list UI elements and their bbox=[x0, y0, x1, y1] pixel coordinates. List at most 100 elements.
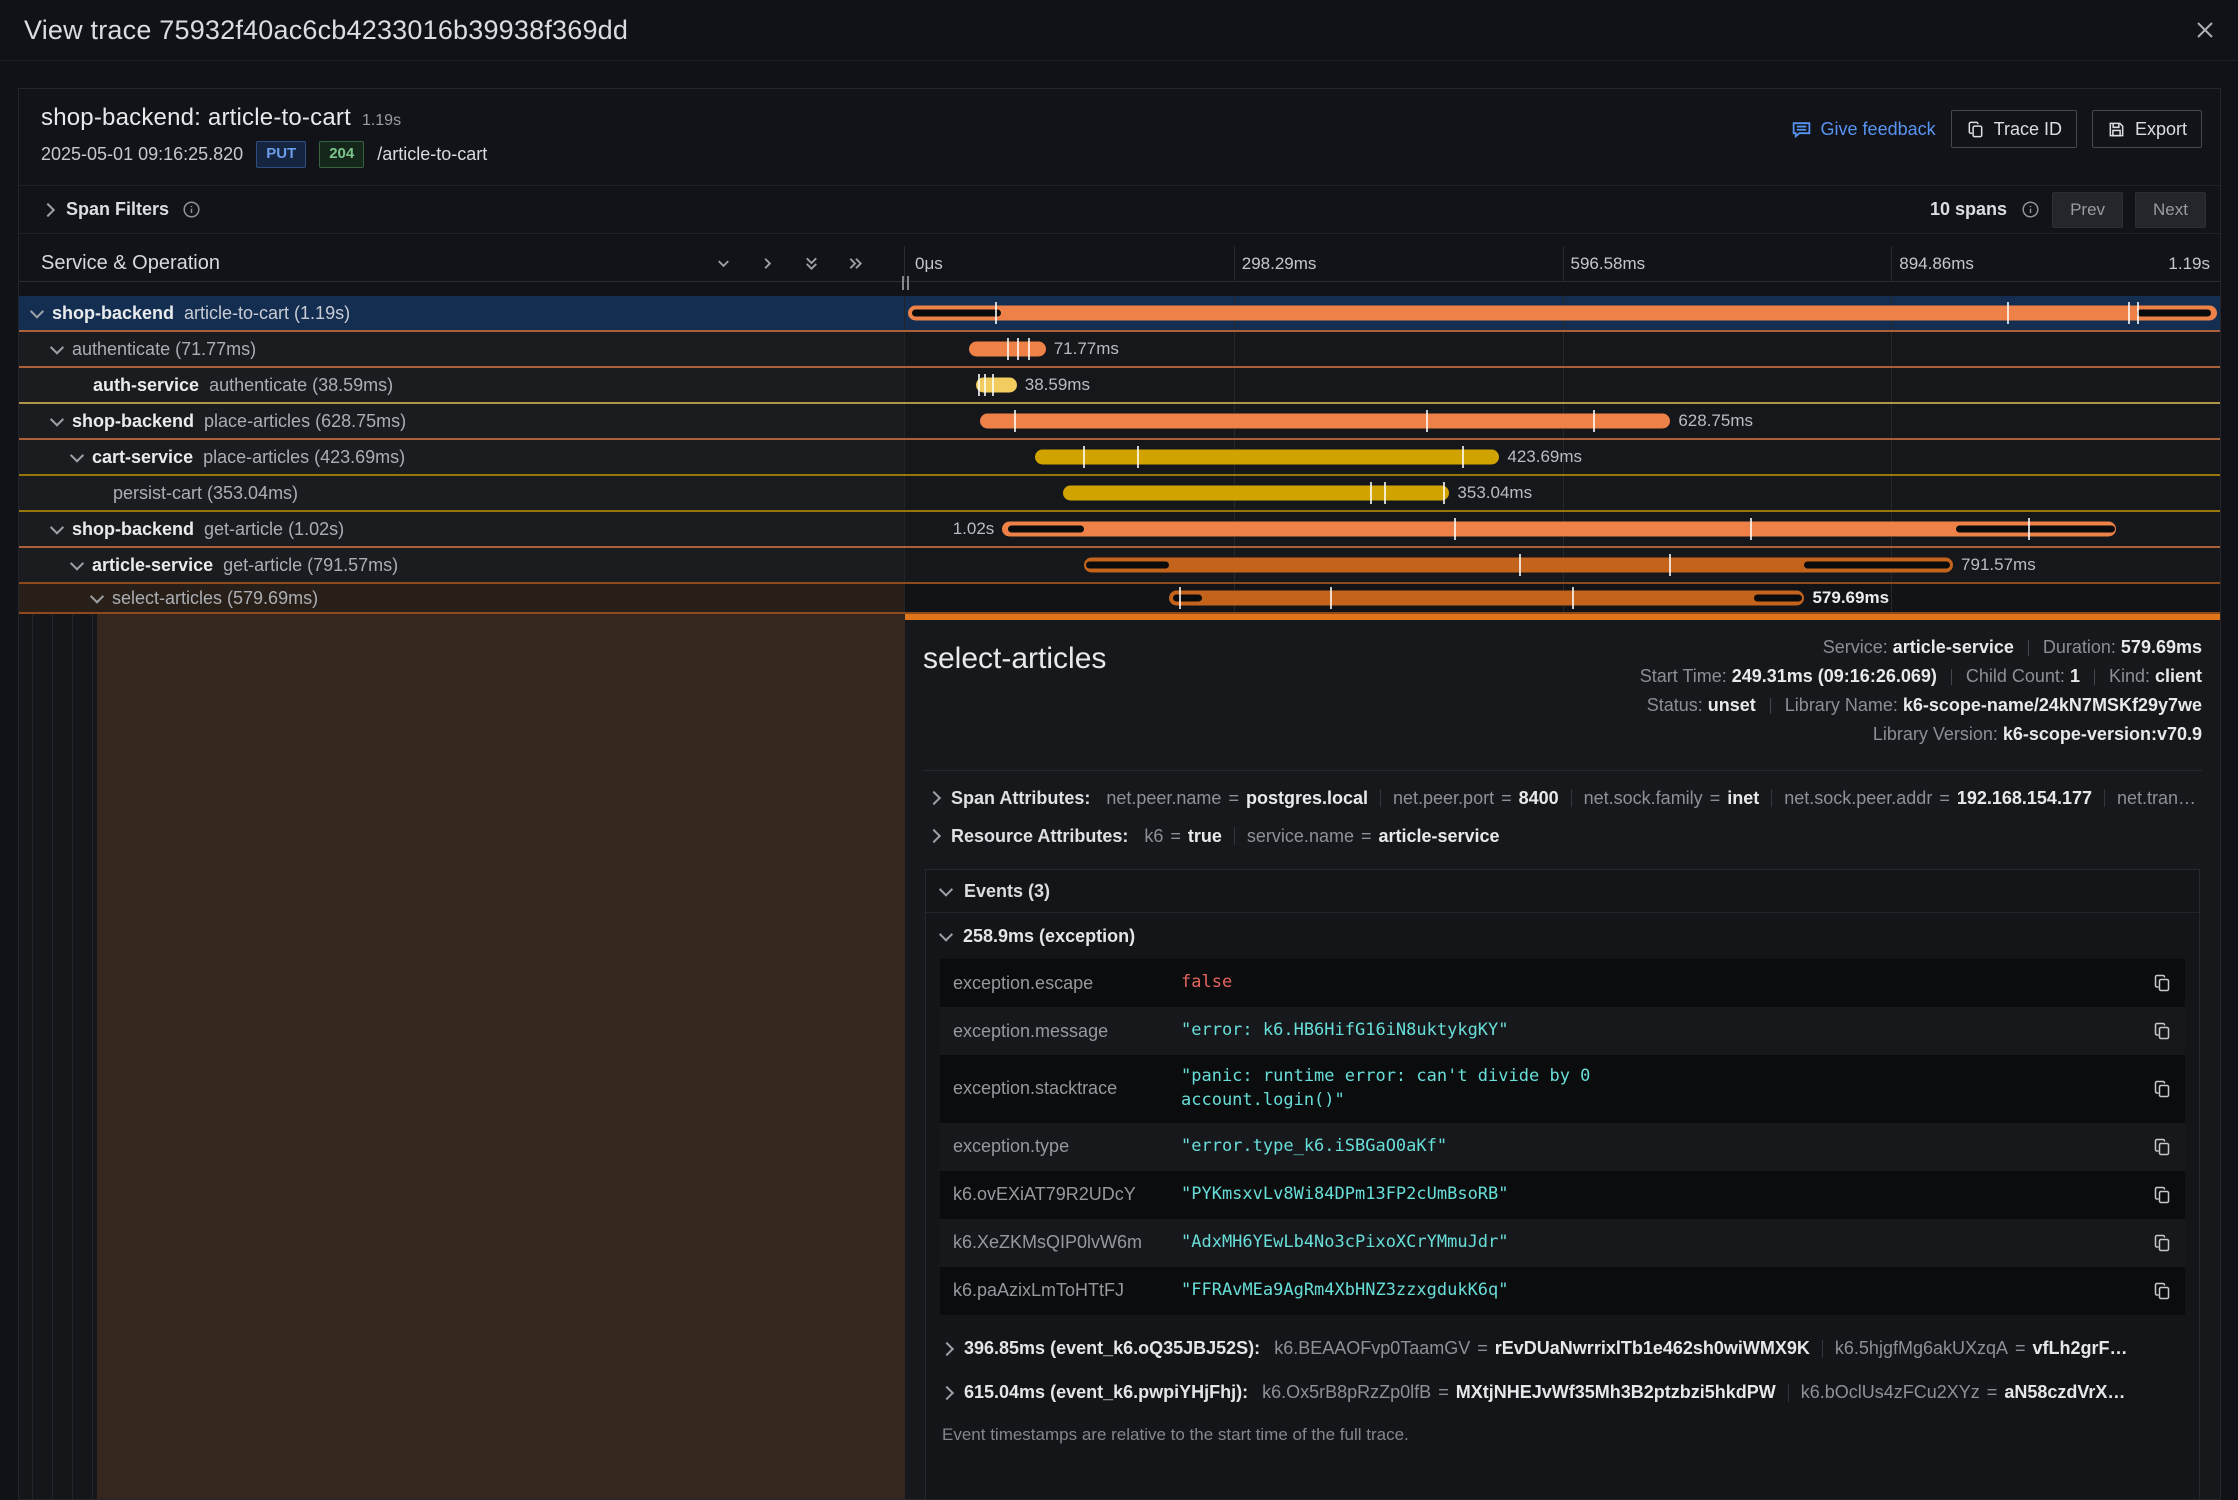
timeline-cell[interactable]: 1.02s bbox=[905, 512, 2220, 546]
attribute-key: k6.XeZKMsQIP0lvW6m bbox=[940, 1232, 1181, 1253]
span-row[interactable]: select-articles (579.69ms)579.69ms bbox=[19, 584, 2220, 614]
column-resizer[interactable] bbox=[902, 276, 909, 290]
timeline-gridline bbox=[1234, 332, 1235, 366]
span-row[interactable]: cart-serviceplace-articles (423.69ms)423… bbox=[19, 440, 2220, 476]
resource-attributes-row[interactable]: Resource Attributes: k6=trueservice.name… bbox=[921, 817, 2204, 855]
attribute-key: k6.Ox5rB8pRzZp0lfB bbox=[1262, 1382, 1431, 1402]
span-attributes-row[interactable]: Span Attributes: net.peer.name=postgres.… bbox=[921, 779, 2204, 817]
event-exception-header[interactable]: 258.9ms (exception) bbox=[926, 913, 2199, 959]
expand-chevron-icon[interactable] bbox=[50, 521, 64, 535]
close-button[interactable] bbox=[2188, 13, 2222, 47]
status-code-badge: 204 bbox=[319, 141, 364, 168]
timeline-cell[interactable] bbox=[905, 296, 2220, 330]
timeline-cell[interactable]: 71.77ms bbox=[905, 332, 2220, 366]
expand-chevron-icon[interactable] bbox=[70, 449, 84, 463]
span-row[interactable]: persist-cart (353.04ms)353.04ms bbox=[19, 476, 2220, 512]
prev-button[interactable]: Prev bbox=[2052, 192, 2123, 228]
expand-chevron-icon[interactable] bbox=[90, 590, 104, 604]
span-row[interactable]: shop-backendget-article (1.02s)1.02s bbox=[19, 512, 2220, 548]
timeline-cell[interactable]: 579.69ms bbox=[905, 584, 2220, 612]
span-bar[interactable] bbox=[908, 306, 2218, 321]
page-title: View trace 75932f40ac6cb4233016b39938f36… bbox=[24, 0, 628, 60]
span-bar[interactable] bbox=[1035, 450, 1499, 465]
detail-meta-label: Start Time: bbox=[1640, 666, 1732, 686]
expand-one-button[interactable] bbox=[759, 255, 776, 272]
span-tree-cell[interactable]: shop-backendarticle-to-cart (1.19s) bbox=[19, 296, 905, 330]
copy-button[interactable] bbox=[2139, 1079, 2185, 1099]
span-row[interactable]: shop-backendarticle-to-cart (1.19s) bbox=[19, 296, 2220, 332]
give-feedback-label: Give feedback bbox=[1821, 119, 1936, 140]
span-filters-toggle[interactable]: Span Filters bbox=[43, 199, 201, 220]
span-tree-cell[interactable]: authenticate (71.77ms) bbox=[19, 332, 905, 366]
detail-indent-area bbox=[19, 614, 905, 1500]
collapse-one-button[interactable] bbox=[715, 255, 732, 272]
span-tree-cell[interactable]: select-articles (579.69ms) bbox=[19, 584, 905, 612]
expand-chevron-icon[interactable] bbox=[30, 305, 44, 319]
span-tree-cell[interactable]: shop-backendget-article (1.02s) bbox=[19, 512, 905, 546]
span-tree-cell[interactable]: shop-backendplace-articles (628.75ms) bbox=[19, 404, 905, 438]
event-attribute-row: exception.type"error.type_k6.iSBGaO0aKf" bbox=[940, 1123, 2185, 1171]
copy-button[interactable] bbox=[2139, 1021, 2185, 1041]
span-attributes-list: net.peer.name=postgres.localnet.peer.por… bbox=[1106, 788, 2196, 809]
span-row[interactable]: authenticate (71.77ms)71.77ms bbox=[19, 332, 2220, 368]
span-tree-cell[interactable]: persist-cart (353.04ms) bbox=[19, 476, 905, 510]
copy-button[interactable] bbox=[2139, 1233, 2185, 1253]
expand-all-button[interactable] bbox=[847, 255, 864, 272]
timeline-cell[interactable]: 791.57ms bbox=[905, 548, 2220, 582]
event-timestamp-label: 396.85ms (event_k6.oQ35JBJ52S): bbox=[964, 1338, 1260, 1359]
span-bar[interactable] bbox=[976, 378, 1017, 393]
attribute-chip: net.sock.family=inet bbox=[1584, 788, 1760, 809]
save-icon bbox=[2107, 120, 2126, 139]
equals-sign: = bbox=[1438, 1382, 1449, 1402]
span-operation: place-articles (628.75ms) bbox=[204, 411, 406, 432]
span-operation: place-articles (423.69ms) bbox=[203, 447, 405, 468]
timeline-cell[interactable]: 38.59ms bbox=[905, 368, 2220, 402]
detail-meta-label: Service: bbox=[1823, 637, 1893, 657]
copy-button[interactable] bbox=[2139, 1185, 2185, 1205]
separator bbox=[1380, 789, 1381, 807]
info-icon bbox=[2021, 200, 2040, 219]
span-row[interactable]: article-serviceget-article (791.57ms)791… bbox=[19, 548, 2220, 584]
expand-chevron-icon[interactable] bbox=[50, 413, 64, 427]
span-row[interactable]: shop-backendplace-articles (628.75ms)628… bbox=[19, 404, 2220, 440]
span-bar[interactable] bbox=[1002, 522, 2116, 537]
span-boundary-tick bbox=[978, 374, 980, 396]
span-boundary-tick bbox=[995, 302, 997, 324]
child-span-marker bbox=[2137, 310, 2211, 317]
expand-chevron-icon[interactable] bbox=[50, 341, 64, 355]
trace-id-button[interactable]: Trace ID bbox=[1951, 110, 2077, 148]
timeline-cell[interactable]: 628.75ms bbox=[905, 404, 2220, 438]
timeline-cell[interactable]: 423.69ms bbox=[905, 440, 2220, 474]
copy-button[interactable] bbox=[2139, 973, 2185, 993]
span-bar[interactable] bbox=[1169, 591, 1804, 606]
collapse-all-button[interactable] bbox=[803, 255, 820, 272]
timeline-cell[interactable]: 353.04ms bbox=[905, 476, 2220, 510]
tree-controls bbox=[715, 255, 864, 272]
event-row[interactable]: 615.04ms (event_k6.pwpiYHjFhj):k6.Ox5rB8… bbox=[926, 1371, 2199, 1415]
trace-path: /article-to-cart bbox=[377, 144, 487, 165]
event-row[interactable]: 396.85ms (event_k6.oQ35JBJ52S):k6.BEAAOF… bbox=[926, 1327, 2199, 1371]
attribute-value: "AdxMH6YEwLb4No3cPixoXCrYMmuJdr" bbox=[1181, 1221, 2139, 1265]
resource-attributes-list: k6=trueservice.name=article-service bbox=[1144, 826, 1499, 847]
span-tree-cell[interactable]: cart-serviceplace-articles (423.69ms) bbox=[19, 440, 905, 474]
copy-button[interactable] bbox=[2139, 1281, 2185, 1301]
attribute-key: exception.type bbox=[940, 1136, 1181, 1157]
copy-icon bbox=[2152, 1079, 2172, 1099]
events-header[interactable]: Events (3) bbox=[926, 870, 2199, 913]
attribute-key: exception.message bbox=[940, 1021, 1181, 1042]
give-feedback-link[interactable]: Give feedback bbox=[1791, 119, 1936, 140]
next-button[interactable]: Next bbox=[2135, 192, 2206, 228]
export-button[interactable]: Export bbox=[2092, 110, 2202, 148]
attribute-value: MXtjNHEJvWf35Mh3B2ptzbzi5hkdPW bbox=[1456, 1382, 1776, 1402]
copy-icon bbox=[2152, 1281, 2172, 1301]
method-badge: PUT bbox=[256, 141, 306, 168]
expand-chevron-icon[interactable] bbox=[70, 557, 84, 571]
span-row[interactable]: auth-serviceauthenticate (38.59ms)38.59m… bbox=[19, 368, 2220, 404]
span-bar[interactable] bbox=[980, 414, 1670, 429]
copy-button[interactable] bbox=[2139, 1137, 2185, 1157]
span-tree-cell[interactable]: article-serviceget-article (791.57ms) bbox=[19, 548, 905, 582]
child-span-marker bbox=[1008, 526, 1084, 533]
span-tree-cell[interactable]: auth-serviceauthenticate (38.59ms) bbox=[19, 368, 905, 402]
span-bar[interactable] bbox=[1063, 486, 1450, 501]
copy-icon bbox=[2152, 1233, 2172, 1253]
